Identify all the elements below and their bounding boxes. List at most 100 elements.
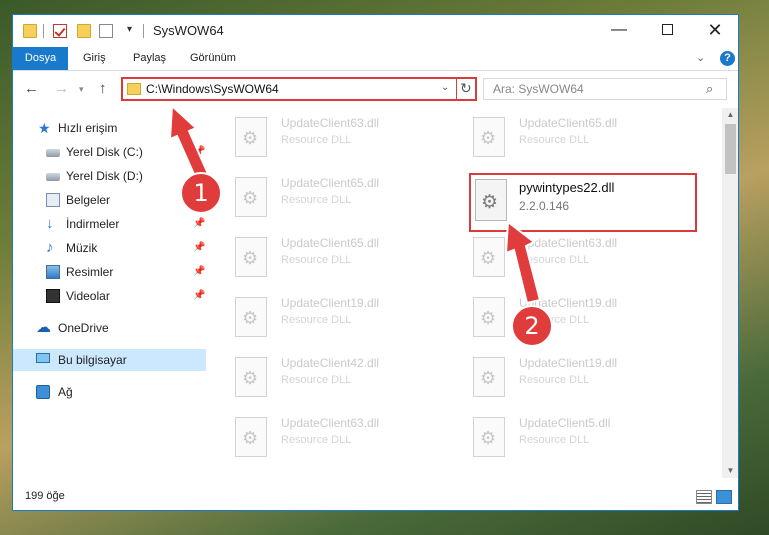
folder-icon[interactable] [23, 24, 37, 38]
network-icon [36, 385, 50, 399]
list-item[interactable]: ⚙ UpdateClient65.dll Resource DLL [213, 168, 448, 220]
list-item[interactable]: ⚙ UpdateClient63.dll Resource DLL [213, 408, 448, 460]
file-type: Resource DLL [281, 194, 352, 206]
list-item[interactable]: ⚙ UpdateClient42.dll Resource DLL [213, 348, 448, 400]
documents-icon [46, 193, 60, 207]
highlighted-file-item[interactable]: ⚙ pywintypes22.dll 2.2.0.146 [469, 173, 697, 232]
dll-file-icon: ⚙ [473, 237, 505, 277]
new-folder-icon[interactable] [77, 24, 91, 38]
file-type: Resource DLL [519, 134, 590, 146]
recent-locations-icon[interactable]: ▾ [79, 84, 84, 95]
sidebar-item-label: Videolar [66, 289, 110, 303]
qat-separator [43, 24, 44, 38]
up-arrow-icon[interactable]: ↑ [99, 80, 107, 97]
callout-step-1: 1 [180, 172, 222, 214]
pictures-icon [46, 265, 60, 279]
dll-file-icon: ⚙ [235, 357, 267, 397]
cloud-icon: ☁ [36, 319, 51, 336]
sidebar-item-label: Müzik [66, 241, 98, 255]
sidebar-item-disk-c[interactable]: Yerel Disk (C:) 📌 [13, 141, 206, 163]
list-item[interactable]: ⚙ UpdateClient19.dll Resource DLL [213, 288, 448, 340]
properties-check-icon[interactable] [53, 24, 67, 38]
sidebar-item-music[interactable]: ♪ Müzik 📌 [13, 237, 206, 259]
ribbon-tabs: Dosya Giriş Paylaş Görünüm ⌄ ? [13, 47, 738, 71]
file-type: Resource DLL [281, 254, 352, 266]
list-item[interactable]: ⚙ UpdateClient65.dll Resource DLL [451, 108, 686, 160]
forward-arrow-icon[interactable]: → [54, 80, 69, 97]
pin-icon[interactable]: 📌 [193, 213, 205, 235]
help-icon[interactable]: ? [720, 51, 735, 66]
list-item[interactable]: ⚙ UpdateClient19.dll Resource DLL [451, 288, 686, 340]
navigation-pane: ★ Hızlı erişim Yerel Disk (C:) 📌 Yerel D… [13, 108, 209, 478]
sidebar-item-network[interactable]: Ağ [13, 381, 206, 403]
list-item[interactable]: ⚙ UpdateClient63.dll Resource DLL [213, 108, 448, 160]
file-name: UpdateClient63.dll [519, 236, 618, 250]
sidebar-item-documents[interactable]: Belgeler 📌 [13, 189, 206, 211]
dll-file-icon: ⚙ [235, 117, 267, 157]
sidebar-item-videos[interactable]: Videolar 📌 [13, 285, 206, 307]
file-type: Resource DLL [281, 374, 352, 386]
sidebar-item-onedrive[interactable]: ☁ OneDrive [13, 317, 206, 339]
search-input[interactable]: Ara: SysWOW64 ⌕ [483, 78, 727, 100]
drive-icon [46, 149, 60, 157]
properties-icon[interactable] [99, 24, 113, 38]
item-count: 199 öğe [25, 490, 65, 502]
ribbon-expand-icon[interactable]: ⌄ [696, 51, 705, 64]
large-icons-view-icon[interactable] [716, 490, 732, 504]
sidebar-item-label: Hızlı erişim [58, 121, 118, 135]
dll-file-icon: ⚙ [473, 117, 505, 157]
status-bar: 199 öğe [13, 485, 738, 510]
music-icon: ♪ [46, 239, 54, 256]
file-type: Resource DLL [281, 434, 352, 446]
scroll-up-icon[interactable]: ▲ [722, 108, 738, 122]
maximize-icon [661, 24, 673, 36]
back-arrow-icon[interactable]: ← [24, 80, 39, 97]
sidebar-item-label: İndirmeler [66, 217, 120, 231]
scroll-thumb[interactable] [725, 124, 736, 174]
address-path[interactable]: C:\Windows\SysWOW64 [146, 82, 279, 96]
sidebar-item-pictures[interactable]: Resimler 📌 [13, 261, 206, 283]
sidebar-item-downloads[interactable]: ↓ İndirmeler 📌 [13, 213, 206, 235]
sidebar-item-disk-d[interactable]: Yerel Disk (D:) [13, 165, 206, 187]
dll-file-icon: ⚙ [475, 179, 507, 221]
tab-home[interactable]: Giriş [73, 47, 116, 70]
list-item[interactable]: ⚙ UpdateClient5.dll Resource DLL [451, 408, 686, 460]
vertical-scrollbar[interactable]: ▲ ▼ [722, 108, 738, 478]
file-name: UpdateClient19.dll [281, 296, 380, 310]
dll-file-icon: ⚙ [473, 357, 505, 397]
file-name: UpdateClient5.dll [519, 416, 611, 430]
close-button[interactable]: ✕ [692, 15, 738, 47]
file-type: Resource DLL [281, 134, 352, 146]
search-placeholder: Ara: SysWOW64 [493, 82, 584, 96]
address-separator [456, 79, 457, 99]
tab-share[interactable]: Paylaş [123, 47, 176, 70]
tab-view[interactable]: Görünüm [180, 47, 246, 70]
pin-icon[interactable]: 📌 [193, 141, 205, 163]
dll-file-icon: ⚙ [473, 297, 505, 337]
maximize-button[interactable] [644, 15, 690, 47]
address-dropdown-icon[interactable]: ⌄ [441, 82, 449, 93]
sidebar-item-quick-access[interactable]: ★ Hızlı erişim [13, 117, 206, 139]
pin-icon[interactable]: 📌 [193, 261, 205, 283]
file-name: UpdateClient65.dll [519, 116, 618, 130]
drive-icon [46, 173, 60, 181]
callout-step-2: 2 [511, 305, 553, 347]
sidebar-item-this-pc[interactable]: Bu bilgisayar [13, 349, 206, 371]
minimize-button[interactable]: — [596, 15, 642, 47]
tab-file[interactable]: Dosya [13, 47, 68, 70]
refresh-icon[interactable]: ↻ [460, 80, 472, 97]
list-item[interactable]: ⚙ UpdateClient19.dll Resource DLL [451, 348, 686, 400]
scroll-down-icon[interactable]: ▼ [722, 464, 738, 478]
list-item[interactable]: ⚙ UpdateClient65.dll Resource DLL [213, 228, 448, 280]
file-type: Resource DLL [519, 374, 590, 386]
pin-icon[interactable]: 📌 [193, 285, 205, 307]
address-bar[interactable]: C:\Windows\SysWOW64 ⌄ ↻ [121, 77, 477, 101]
list-item[interactable]: ⚙ UpdateClient63.dll Resource DLL [451, 228, 686, 280]
file-type: Resource DLL [281, 314, 352, 326]
qat-dropdown-icon[interactable]: ▾ [127, 24, 132, 35]
dll-file-icon: ⚙ [235, 417, 267, 457]
pin-icon[interactable]: 📌 [193, 237, 205, 259]
dll-file-icon: ⚙ [235, 237, 267, 277]
search-icon[interactable]: ⌕ [706, 81, 713, 97]
details-view-icon[interactable] [696, 490, 712, 504]
